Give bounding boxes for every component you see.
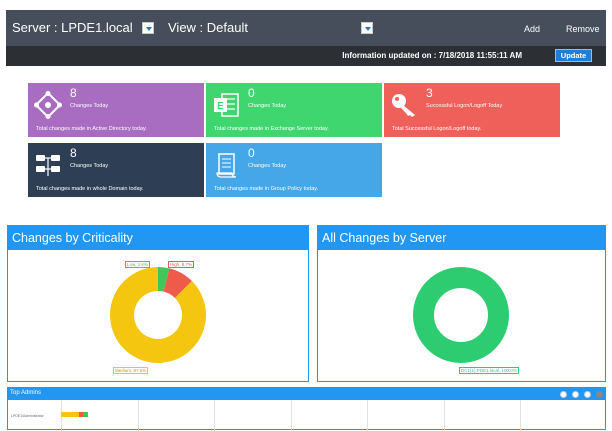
grid-line xyxy=(520,400,521,431)
server-dropdown-icon[interactable] xyxy=(142,22,154,34)
slice-label-medium: Medium, 87.5% xyxy=(113,367,149,374)
tile-logon[interactable]: 3 Successful Logon/Logoff Today Total Su… xyxy=(384,83,560,137)
tile-domain[interactable]: 8 Changes Today Total changes made in wh… xyxy=(28,143,204,197)
server-label: Server : LPDE1.local xyxy=(12,20,133,35)
tile-label: Changes Today xyxy=(248,103,287,109)
criticality-title: Changes by Criticality xyxy=(8,226,308,250)
exchange-icon: E xyxy=(214,93,239,117)
grid-line xyxy=(214,400,215,431)
tile-description: Total changes made in Active Directory t… xyxy=(36,126,147,132)
add-button[interactable]: Add xyxy=(524,24,540,34)
admin-row-label: LPDE1\Administrator xyxy=(11,414,44,418)
slice-dc1-1-pde1-local[interactable] xyxy=(413,267,509,363)
tile-description: Total Successful Logon/Logoff today. xyxy=(392,126,482,132)
admin-bar-medium xyxy=(61,412,79,417)
top-admins-title: Top Admins xyxy=(8,388,605,400)
view-label: View : Default xyxy=(168,20,248,35)
update-button[interactable]: Update xyxy=(555,49,592,62)
tile-count: 0 xyxy=(248,146,255,160)
remove-button[interactable]: Remove xyxy=(566,24,600,34)
key-icon xyxy=(392,94,415,117)
slice-label-server: DC1(1).PDE1.local, 100.0% xyxy=(459,367,519,374)
tile-description: Total changes made in Exchange Server to… xyxy=(214,126,329,132)
tile-label: Changes Today xyxy=(248,163,287,169)
domain-icon xyxy=(36,155,60,176)
tile-exchange[interactable]: E 0 Changes Today Total changes made in … xyxy=(206,83,382,137)
tile-group-policy[interactable]: 0 Changes Today Total changes made in Gr… xyxy=(206,143,382,197)
criticality-donut-chart xyxy=(110,267,207,363)
server-donut-chart xyxy=(413,267,509,363)
slice-label-high: High, 8.7% xyxy=(168,261,195,268)
tile-label: Successful Logon/Logoff Today xyxy=(426,103,503,109)
tile-count: 3 xyxy=(426,86,433,100)
top-bar: Server : LPDE1.local View : Default Add … xyxy=(6,10,606,46)
info-bar: Information updated on : 7/18/2018 11:55… xyxy=(6,46,606,66)
tile-count: 0 xyxy=(248,86,255,100)
tile-description: Total changes made in whole Domain today… xyxy=(36,186,144,192)
grid-line xyxy=(138,400,139,431)
tile-label: Changes Today xyxy=(70,103,109,109)
svg-text:E: E xyxy=(217,101,224,112)
updated-timestamp: Information updated on : 7/18/2018 11:55… xyxy=(342,51,522,60)
admin-bar-low xyxy=(83,412,88,417)
close-icon[interactable] xyxy=(596,391,603,398)
view-dropdown-icon[interactable] xyxy=(361,22,373,34)
refresh-icon[interactable] xyxy=(560,391,567,398)
slice-label-low: Low, 3.8% xyxy=(125,261,150,268)
grid-line xyxy=(291,400,292,431)
active-directory-icon xyxy=(34,91,62,119)
tile-count: 8 xyxy=(70,86,77,100)
grid-line xyxy=(444,400,445,431)
tile-label: Changes Today xyxy=(70,163,109,169)
top-admins-panel: Top Admins LPDE1\Administrator xyxy=(7,387,606,431)
tile-description: Total changes made in Group Policy today… xyxy=(214,186,319,192)
server-panel: All Changes by Server DC1(1).PDE1.local,… xyxy=(317,225,606,382)
expand-icon[interactable] xyxy=(572,391,579,398)
grid-line xyxy=(367,400,368,431)
tile-count: 8 xyxy=(70,146,77,160)
tile-active-directory[interactable]: 8 Changes Today Total changes made in Ac… xyxy=(28,83,204,137)
settings-icon[interactable] xyxy=(584,391,591,398)
criticality-panel: Changes by Criticality Low, 3.8% High, 8… xyxy=(7,225,309,382)
server-chart-title: All Changes by Server xyxy=(318,226,605,250)
group-policy-icon xyxy=(216,153,237,178)
